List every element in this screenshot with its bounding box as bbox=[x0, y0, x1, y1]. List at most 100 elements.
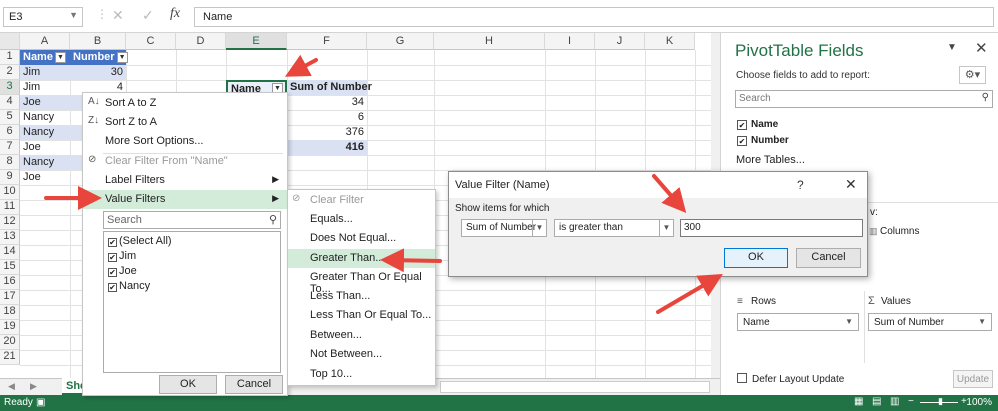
value-filters[interactable]: Value Filters ▶ bbox=[83, 190, 287, 209]
row-header[interactable]: 18 bbox=[0, 305, 20, 320]
cell-a4[interactable]: Joe bbox=[20, 95, 82, 110]
filter-search-input[interactable]: Search ⚲ bbox=[103, 211, 281, 229]
horizontal-scrollbar[interactable] bbox=[440, 381, 710, 393]
pivot-value[interactable]: 34 bbox=[287, 95, 367, 110]
submenu-between[interactable]: Between... bbox=[288, 326, 435, 345]
column-header-e[interactable]: E bbox=[226, 33, 287, 50]
select-all-corner[interactable] bbox=[0, 33, 20, 50]
cell-b1[interactable]: Number ▼ bbox=[70, 50, 128, 65]
filter-dropdown-icon[interactable]: ▼ bbox=[54, 51, 66, 63]
filter-dropdown-icon[interactable]: ▼ bbox=[116, 51, 128, 63]
field-search-input[interactable]: Search ⚲ bbox=[735, 90, 993, 108]
column-header-g[interactable]: G bbox=[367, 33, 434, 50]
macro-record-icon[interactable]: ▣ bbox=[36, 397, 45, 408]
row-header[interactable]: 5 bbox=[0, 110, 20, 125]
insert-function-icon[interactable]: fx bbox=[170, 6, 180, 22]
row-header[interactable]: 9 bbox=[0, 170, 20, 185]
row-header[interactable]: 12 bbox=[0, 215, 20, 230]
pivot-grand-total[interactable]: 416 bbox=[287, 140, 367, 155]
submenu-not-between[interactable]: Not Between... bbox=[288, 345, 435, 364]
tab-prev-icon[interactable]: ◀ bbox=[8, 381, 15, 392]
field-select[interactable]: Sum of Number ▼ bbox=[461, 219, 547, 237]
view-page-break-icon[interactable]: ▥ bbox=[890, 396, 899, 407]
menu-ok-button[interactable]: OK bbox=[159, 375, 217, 394]
checkbox-joe[interactable]: ✔ Joe bbox=[108, 265, 137, 277]
filter-value-input[interactable]: 300 bbox=[680, 219, 863, 237]
cancel-entry-icon[interactable]: ✕ bbox=[112, 7, 124, 24]
close-icon[interactable]: ✕ bbox=[975, 39, 988, 57]
column-header-b[interactable]: B bbox=[70, 33, 126, 50]
row-header[interactable]: 16 bbox=[0, 275, 20, 290]
row-header[interactable]: 1 bbox=[0, 50, 20, 65]
row-header[interactable]: 21 bbox=[0, 350, 20, 365]
view-normal-icon[interactable]: ▦ bbox=[854, 396, 863, 407]
chevron-down-icon[interactable]: ▼ bbox=[69, 10, 78, 20]
row-header[interactable]: 15 bbox=[0, 260, 20, 275]
zoom-level[interactable]: 100% bbox=[966, 397, 992, 408]
column-header-i[interactable]: I bbox=[545, 33, 595, 50]
submenu-greater-than-or-equal[interactable]: Greater Than Or Equal To... bbox=[288, 268, 435, 295]
defer-layout-checkbox[interactable]: Defer Layout Update bbox=[737, 373, 844, 385]
name-box[interactable]: E3 ▼ bbox=[3, 7, 83, 27]
field-number[interactable]: ✔ Number bbox=[737, 135, 789, 146]
view-page-layout-icon[interactable]: ▤ bbox=[872, 396, 881, 407]
more-tables-link[interactable]: More Tables... bbox=[736, 154, 805, 166]
label-filters[interactable]: Label Filters ▶ bbox=[83, 171, 287, 190]
row-header[interactable]: 2 bbox=[0, 65, 20, 80]
formula-input[interactable]: Name bbox=[194, 7, 994, 27]
column-header-c[interactable]: C bbox=[126, 33, 176, 50]
cell-a9[interactable]: Joe bbox=[20, 170, 82, 185]
dialog-ok-button[interactable]: OK bbox=[724, 248, 788, 268]
operator-select[interactable]: is greater than ▼ bbox=[554, 219, 674, 237]
gear-icon[interactable]: ⚙▾ bbox=[959, 66, 986, 84]
cell-a8[interactable]: Nancy bbox=[20, 155, 82, 170]
help-icon[interactable]: ? bbox=[797, 178, 804, 192]
sort-a-to-z[interactable]: A↓ Sort A to Z bbox=[83, 94, 287, 113]
submenu-equals[interactable]: Equals... bbox=[288, 210, 435, 229]
row-header[interactable]: 13 bbox=[0, 230, 20, 245]
zoom-thumb-icon[interactable]: ▮ bbox=[938, 396, 943, 407]
cell-b2[interactable]: 30 bbox=[70, 65, 126, 80]
submenu-less-than[interactable]: Less Than... bbox=[288, 287, 435, 306]
pivot-header-sum[interactable]: Sum of Number bbox=[287, 80, 372, 95]
submenu-less-than-or-equal[interactable]: Less Than Or Equal To... bbox=[288, 306, 435, 325]
pivot-value[interactable]: 6 bbox=[287, 110, 367, 125]
close-icon[interactable]: ✕ bbox=[845, 176, 857, 193]
row-header[interactable]: 6 bbox=[0, 125, 20, 140]
submenu-does-not-equal[interactable]: Does Not Equal... bbox=[288, 229, 435, 248]
column-header-d[interactable]: D bbox=[176, 33, 226, 50]
row-header[interactable]: 11 bbox=[0, 200, 20, 215]
submenu-top-10[interactable]: Top 10... bbox=[288, 365, 435, 384]
filter-value-list[interactable]: ✔ (Select All) ✔ Jim ✔ Joe ✔ Nancy bbox=[103, 231, 281, 373]
row-header[interactable]: 17 bbox=[0, 290, 20, 305]
field-name[interactable]: ✔ Name bbox=[737, 119, 778, 130]
rows-field-dropdown[interactable]: Name ▼ bbox=[737, 313, 859, 331]
confirm-entry-icon[interactable]: ✓ bbox=[142, 7, 154, 24]
column-header-f[interactable]: F bbox=[287, 33, 367, 50]
row-header[interactable]: 14 bbox=[0, 245, 20, 260]
cell-a3[interactable]: Jim bbox=[20, 80, 70, 95]
column-header-k[interactable]: K bbox=[645, 33, 695, 50]
row-header[interactable]: 10 bbox=[0, 185, 20, 200]
more-sort-options[interactable]: More Sort Options... bbox=[83, 132, 287, 151]
pivot-value[interactable]: 376 bbox=[287, 125, 367, 140]
cell-a2[interactable]: Jim bbox=[20, 65, 70, 80]
column-header-a[interactable]: A bbox=[20, 33, 70, 50]
zoom-out-icon[interactable]: − bbox=[908, 396, 914, 407]
row-header[interactable]: 7 bbox=[0, 140, 20, 155]
dialog-cancel-button[interactable]: Cancel bbox=[796, 248, 861, 268]
pane-options-icon[interactable]: ▼ bbox=[947, 42, 957, 53]
tab-next-icon[interactable]: ▶ bbox=[30, 381, 37, 392]
column-header-j[interactable]: J bbox=[595, 33, 645, 50]
row-header[interactable]: 19 bbox=[0, 320, 20, 335]
row-header[interactable]: 3 bbox=[0, 80, 20, 95]
submenu-greater-than[interactable]: Greater Than... bbox=[288, 249, 435, 268]
row-header[interactable]: 4 bbox=[0, 95, 20, 110]
column-header-h[interactable]: H bbox=[434, 33, 545, 50]
cell-a1[interactable]: Name ▼ bbox=[20, 50, 70, 65]
checkbox-select-all[interactable]: ✔ (Select All) bbox=[108, 235, 172, 247]
sort-z-to-a[interactable]: Z↓ Sort Z to A bbox=[83, 113, 287, 132]
values-field-dropdown[interactable]: Sum of Number ▼ bbox=[868, 313, 992, 331]
cell-a7[interactable]: Joe bbox=[20, 140, 82, 155]
menu-cancel-button[interactable]: Cancel bbox=[225, 375, 283, 394]
